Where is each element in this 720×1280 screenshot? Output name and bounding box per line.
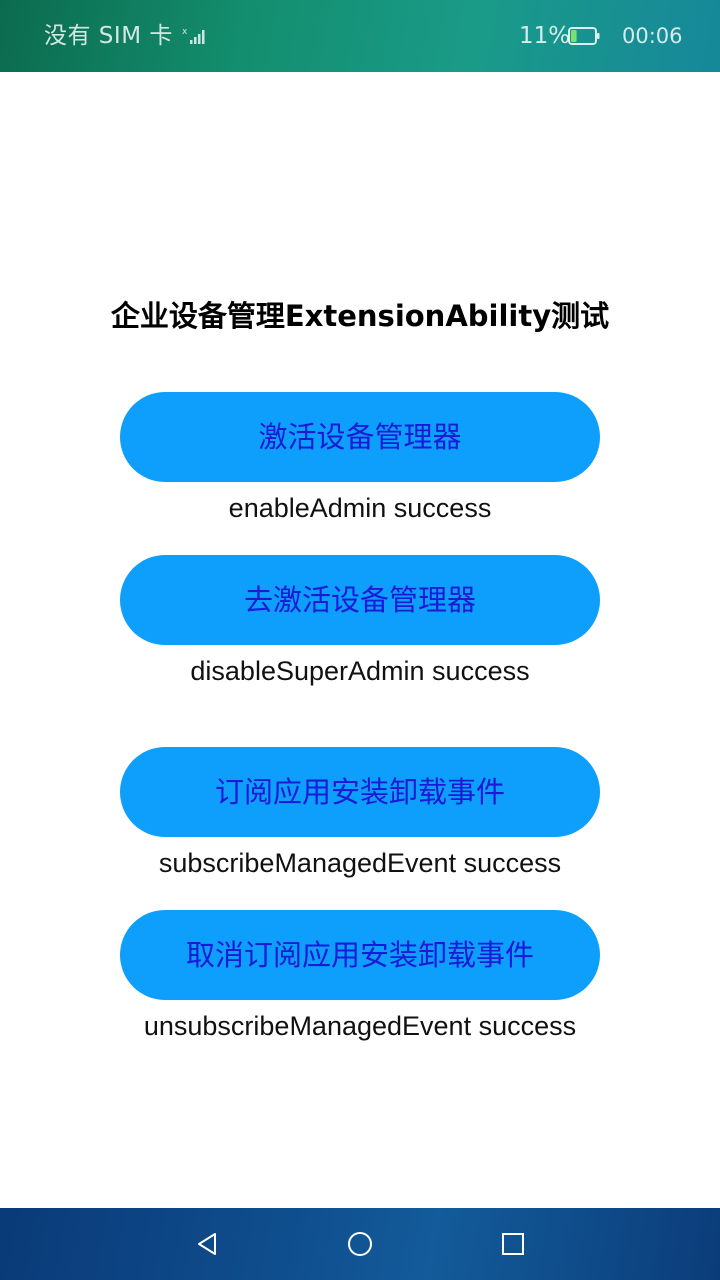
subscribe-event-button[interactable]: 订阅应用安装卸载事件 <box>120 747 600 837</box>
page-title: 企业设备管理ExtensionAbility测试 <box>110 299 610 333</box>
recents-icon[interactable] <box>491 1222 535 1266</box>
clock: 00:06 <box>622 24 683 48</box>
carrier-label: 没有 SIM 卡 <box>44 23 173 49</box>
unsubscribe-event-button[interactable]: 取消订阅应用安装卸载事件 <box>120 910 600 1000</box>
back-icon[interactable] <box>185 1222 229 1266</box>
disable-admin-button[interactable]: 去激活设备管理器 <box>120 555 600 645</box>
battery-percent: 11% <box>519 23 571 49</box>
home-icon[interactable] <box>338 1222 382 1266</box>
battery-icon <box>568 27 600 45</box>
screen: 没有 SIM 卡 x 11% 00:06 企业设备管理ExtensionAbil… <box>0 0 720 1280</box>
svg-text:x: x <box>182 27 188 37</box>
disable-admin-result: disableSuperAdmin success <box>190 656 530 686</box>
unsubscribe-event-result: unsubscribeManagedEvent success <box>143 1011 577 1041</box>
enable-admin-button[interactable]: 激活设备管理器 <box>120 392 600 482</box>
enable-admin-result: enableAdmin success <box>228 493 492 523</box>
signal-icon: x <box>182 27 205 44</box>
subscribe-event-result: subscribeManagedEvent success <box>158 848 562 878</box>
navigation-bar <box>0 1208 720 1280</box>
status-bar: 没有 SIM 卡 x 11% 00:06 <box>0 0 720 72</box>
